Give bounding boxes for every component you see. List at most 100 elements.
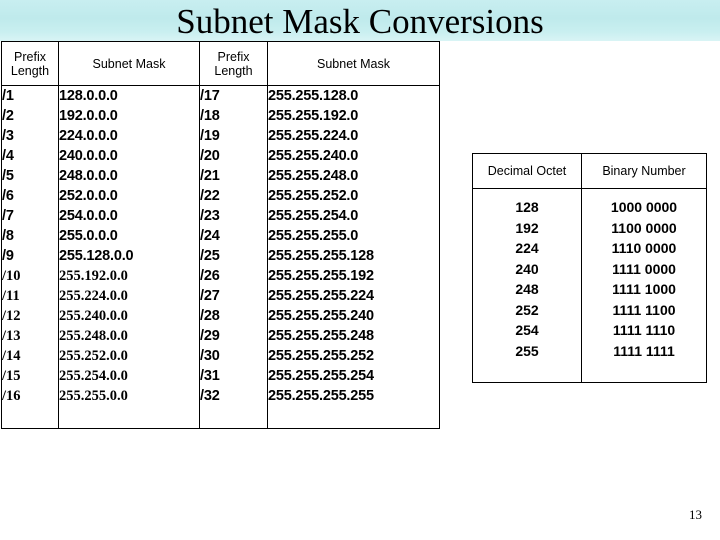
page-number: 13 (689, 507, 702, 522)
cell-prefix-a: /3 (1, 126, 59, 146)
cell-mask-a: 255.254.0.0 (58, 366, 200, 386)
cell-decimal-octet: 224 (472, 238, 582, 259)
cell-mask-a: 240.0.0.0 (58, 146, 200, 166)
cell-binary-number: 1111 1000 (581, 279, 707, 300)
spacer-cell (199, 406, 268, 429)
table-header-row: Prefix Length Subnet Mask Prefix Length … (1, 41, 440, 86)
cell-prefix-a: /9 (1, 246, 59, 266)
table-row: /5 248.0.0.0/21 255.255.248.0 (1, 166, 440, 186)
cell-binary-number: 1100 0000 (581, 217, 707, 238)
cell-prefix-b: /29 (199, 326, 268, 346)
cell-prefix-a: /4 (1, 146, 59, 166)
cell-mask-a: 255.192.0.0 (58, 266, 200, 286)
spacer-cell (581, 361, 707, 383)
cell-binary-number: 1110 0000 (581, 238, 707, 259)
cell-mask-b: 255.255.252.0 (267, 186, 440, 206)
cell-mask-a: 254.0.0.0 (58, 206, 200, 226)
cell-mask-a: 192.0.0.0 (58, 106, 200, 126)
cell-prefix-b: /30 (199, 346, 268, 366)
cell-mask-a: 252.0.0.0 (58, 186, 200, 206)
cell-prefix-b: /20 (199, 146, 268, 166)
table-row: /14 255.252.0.0/30 255.255.255.252 (1, 346, 440, 366)
column-header-prefix-length-1: Prefix Length (1, 41, 59, 86)
cell-mask-a: 224.0.0.0 (58, 126, 200, 146)
table-row: /2 192.0.0.0/18 255.255.192.0 (1, 106, 440, 126)
cell-mask-b: 255.255.255.255 (267, 386, 440, 406)
cell-mask-a: 255.240.0.0 (58, 306, 200, 326)
octet-table-header: Decimal Octet Binary Number (472, 153, 707, 189)
cell-prefix-b: /32 (199, 386, 268, 406)
cell-mask-b: 255.255.192.0 (267, 106, 440, 126)
cell-mask-a: 255.128.0.0 (58, 246, 200, 266)
spacer-cell (472, 361, 582, 383)
cell-mask-b: 255.255.224.0 (267, 126, 440, 146)
cell-mask-b: 255.255.240.0 (267, 146, 440, 166)
cell-binary-number: 1000 0000 (581, 188, 707, 218)
table-row: /16 255.255.0.0/32 255.255.255.255 (1, 386, 440, 406)
cell-binary-number: 1111 1110 (581, 320, 707, 341)
table-row: /13 255.248.0.0/29 255.255.255.248 (1, 326, 440, 346)
table-row: /9 255.128.0.0/25 255.255.255.128 (1, 246, 440, 266)
cell-prefix-b: /18 (199, 106, 268, 126)
column-header-subnet-mask-1: Subnet Mask (58, 41, 200, 86)
table-spacer-row (472, 361, 707, 383)
table-row: 252 1111 1100 (472, 299, 707, 320)
table-row: /15 255.254.0.0/31 255.255.255.254 (1, 366, 440, 386)
cell-binary-number: 1111 0000 (581, 258, 707, 279)
cell-prefix-a: /11 (1, 286, 59, 306)
octet-conversion-table: Decimal Octet Binary Number 128 1000 0000… (472, 153, 707, 383)
cell-prefix-a: /2 (1, 106, 59, 126)
table-row: 255 1111 1111 (472, 340, 707, 361)
table-row: /11 255.224.0.0/27 255.255.255.224 (1, 286, 440, 306)
table-row: 192 1100 0000 (472, 217, 707, 238)
table-row: /3 224.0.0.0/19 255.255.224.0 (1, 126, 440, 146)
table-header-row: Decimal Octet Binary Number (472, 153, 707, 189)
cell-mask-a: 128.0.0.0 (58, 85, 200, 106)
cell-prefix-b: /19 (199, 126, 268, 146)
table-row: /10 255.192.0.0/26 255.255.255.192 (1, 266, 440, 286)
cell-mask-a: 255.0.0.0 (58, 226, 200, 246)
cell-binary-number: 1111 1111 (581, 340, 707, 361)
cell-prefix-b: /28 (199, 306, 268, 326)
cell-prefix-b: /17 (199, 85, 268, 106)
cell-prefix-b: /31 (199, 366, 268, 386)
cell-mask-b: 255.255.255.254 (267, 366, 440, 386)
cell-mask-a: 255.248.0.0 (58, 326, 200, 346)
cell-prefix-b: /24 (199, 226, 268, 246)
table-row: /12 255.240.0.0/28 255.255.255.240 (1, 306, 440, 326)
cell-decimal-octet: 128 (472, 188, 582, 218)
cell-prefix-a: /7 (1, 206, 59, 226)
cell-prefix-a: /14 (1, 346, 59, 366)
cell-mask-a: 248.0.0.0 (58, 166, 200, 186)
column-header-decimal-octet: Decimal Octet (472, 153, 582, 189)
cell-mask-a: 255.252.0.0 (58, 346, 200, 366)
cell-prefix-b: /27 (199, 286, 268, 306)
table-spacer-row (1, 406, 440, 429)
table-row: 254 1111 1110 (472, 320, 707, 341)
spacer-cell (1, 406, 59, 429)
table-row: /1 128.0.0.0/17 255.255.128.0 (1, 85, 440, 106)
cell-decimal-octet: 192 (472, 217, 582, 238)
cell-mask-b: 255.255.248.0 (267, 166, 440, 186)
cell-prefix-a: /16 (1, 386, 59, 406)
table-row: 128 1000 0000 (472, 188, 707, 218)
cell-prefix-a: /10 (1, 266, 59, 286)
cell-mask-a: 255.224.0.0 (58, 286, 200, 306)
octet-table-body: 128 1000 0000 192 1100 0000 224 1110 0000 240 1… (472, 188, 707, 383)
cell-decimal-octet: 255 (472, 340, 582, 361)
cell-binary-number: 1111 1100 (581, 299, 707, 320)
cell-mask-b: 255.255.255.240 (267, 306, 440, 326)
spacer-cell (267, 406, 440, 429)
cell-prefix-a: /6 (1, 186, 59, 206)
cell-prefix-b: /25 (199, 246, 268, 266)
cell-prefix-a: /13 (1, 326, 59, 346)
cell-prefix-a: /8 (1, 226, 59, 246)
cell-mask-b: 255.255.128.0 (267, 85, 440, 106)
cell-prefix-b: /23 (199, 206, 268, 226)
cell-prefix-a: /12 (1, 306, 59, 326)
cell-decimal-octet: 252 (472, 299, 582, 320)
cell-mask-b: 255.255.255.0 (267, 226, 440, 246)
cell-prefix-b: /21 (199, 166, 268, 186)
cell-mask-b: 255.255.255.248 (267, 326, 440, 346)
table-row: 224 1110 0000 (472, 238, 707, 259)
